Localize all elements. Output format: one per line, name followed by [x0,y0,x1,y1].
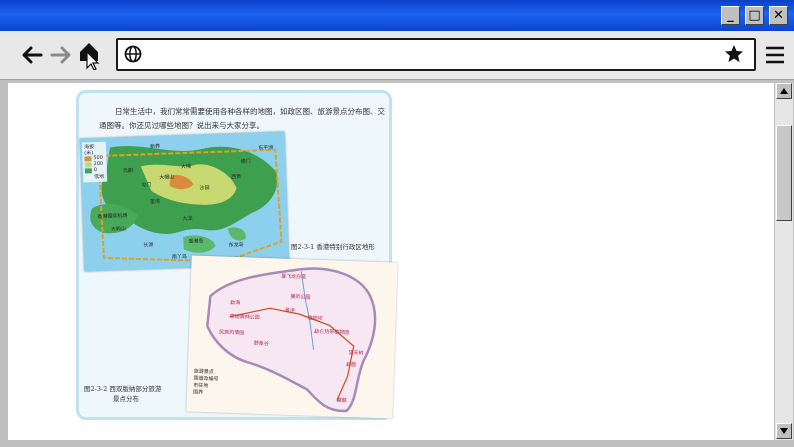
back-button[interactable] [19,41,45,69]
minimize-icon: _ [727,8,734,23]
menu-button[interactable] [762,41,788,69]
globe-icon [124,45,142,63]
map1-legend: 海拔 (米) 500 200 0 低地 [81,141,108,183]
map-place-label: 原始森林公园 [229,313,260,321]
map-place-label: 九龙 [182,215,193,223]
triangle-up-icon [780,88,788,94]
scroll-up-button[interactable] [776,83,792,99]
map-place-label: 曼飞龙白塔 [280,273,307,281]
scroll-down-button[interactable] [776,423,792,439]
map-place-label: 磨憨 [336,397,347,404]
map-place-label: 新界 [149,143,161,151]
map-place-label: 荃湾 [149,198,161,206]
page-content: 日常生活中，我们常常需要使用各种各样的地图，如政区图、旅游景点分布图、交通图等。… [8,83,774,440]
map-place-label: 望天树 [348,349,364,357]
scrollbar-thumb[interactable] [776,125,792,221]
browser-toolbar [0,31,794,80]
map-place-label: 景洪 [284,307,296,315]
map-place-label: 勐腊 [345,361,357,369]
arrow-left-icon [22,46,43,64]
map-place-label: 塔门 [240,158,251,166]
home-icon [80,43,100,70]
map-place-label: 屯门 [141,182,152,189]
textbook-card: 日常生活中，我们常常需要使用各种各样的地图，如政区图、旅游景点分布图、交通图等。… [76,90,398,420]
map-place-label: 橄榄坝 [307,315,323,323]
close-icon: ✕ [773,8,784,23]
hong-kong-terrain-map: 海拔 (米) 500 200 0 低地 新界 元朗 大埔 沙田 屯门 西贡 香港… [79,131,290,272]
map-place-label: 民族风情园 [219,329,245,337]
map-place-label: 长洲 [143,242,154,249]
hamburger-menu-icon [766,46,784,64]
map-place-label: 沙田 [199,185,210,192]
map-place-label: 大帽山 [159,174,175,181]
map-place-label: 勐海 [230,299,241,307]
legend-item: 国界 [192,389,204,396]
intro-paragraph: 日常生活中，我们常常需要使用各种各样的地图，如政区图、旅游景点分布图、交通图等。… [99,107,385,130]
map-place-label: 西贡 [231,174,242,181]
map-place-label: 元朗 [122,167,134,175]
minimize-button[interactable]: _ [721,6,740,25]
figure1-caption: 图2-3-1 香港特别行政区地形 [291,243,375,251]
map-place-label: 南丫岛 [171,253,188,261]
map-place-label: 香港岛 [188,238,204,245]
forward-button[interactable] [48,41,74,69]
star-icon[interactable] [724,44,744,64]
triangle-down-icon [780,428,788,434]
address-bar[interactable] [116,38,756,71]
map-place-label: 野象谷 [253,340,269,348]
xishuangbanna-tourism-map: 曼飞龙白塔 勐海 景洪 橄榄坝 勐仑热带植物园 野象谷 望天树 勐腊 磨憨 原始… [186,255,398,419]
map-place-label: 勐仑热带植物园 [314,328,350,336]
window-title-bar: _ □ ✕ [0,0,794,31]
map-place-label: 曼听公园 [290,293,311,301]
maximize-icon: □ [748,8,761,23]
legend-lowland: 低地 [93,173,105,181]
map-place-label: 东平洲 [258,144,274,152]
map-place-label: 大埔 [180,163,191,171]
home-button[interactable] [77,41,103,70]
vertical-scrollbar[interactable] [775,83,793,440]
arrow-right-icon [50,46,71,64]
figure2-caption-line1: 图2-3-2 西双版纳部分旅游 [84,385,162,393]
figure2-caption-line2: 景点分布 [113,395,139,403]
close-button[interactable]: ✕ [769,6,788,25]
map-place-label: 香港国际机场 [97,213,128,221]
maximize-button[interactable]: □ [745,6,764,25]
map-place-label: 东龙岛 [228,241,244,249]
map-place-label: 大屿山 [110,226,127,233]
